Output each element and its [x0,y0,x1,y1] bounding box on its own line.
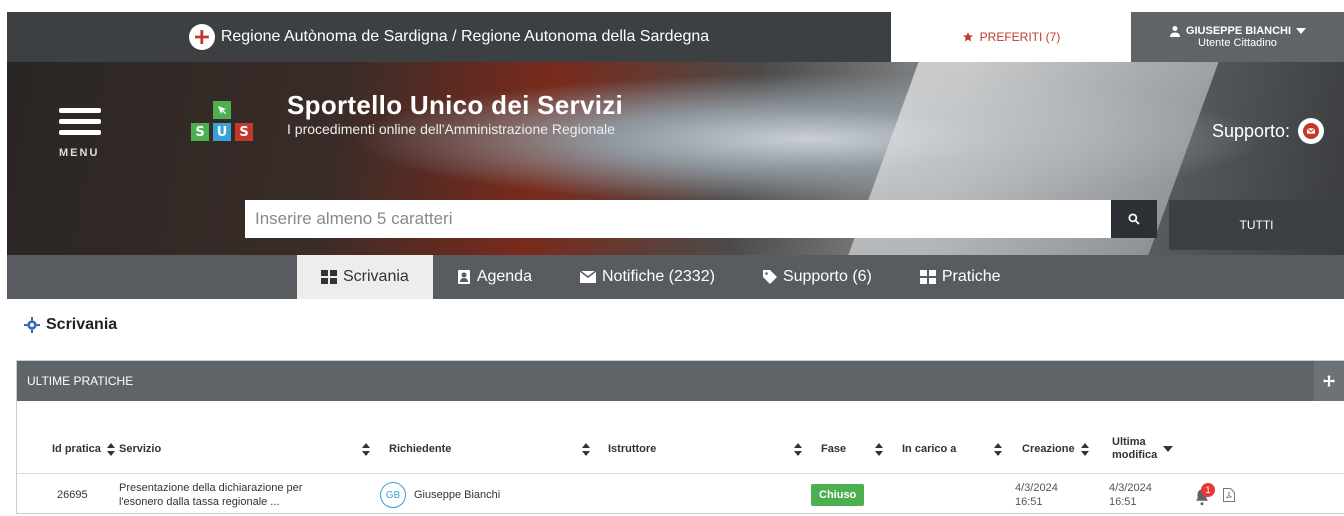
user-menu[interactable]: GIUSEPPE BIANCHI Utente Cittadino [1131,12,1344,62]
notification-count: 1 [1201,483,1215,497]
page-title: Scrivania [24,316,117,334]
top-bar: Regione Autònoma de Sardigna / Regione A… [7,12,1344,62]
tab-notifiche[interactable]: Notifiche (2332) [556,255,739,299]
favorites-label: PREFERITI (7) [979,30,1061,44]
col-sort-servizio[interactable] [362,427,371,471]
cell-ultima-modifica: 4/3/2024 16:51 [1109,482,1152,508]
main-tabs: Scrivania Agenda Notifiche (2332) Suppor… [7,255,1344,299]
cell-fase: Chiuso [811,474,865,516]
chevron-down-icon [1296,28,1307,34]
col-fase[interactable]: Fase [821,427,846,471]
sus-logo: S U S [189,99,257,145]
user-icon [1169,26,1180,37]
envelope-icon [579,271,596,283]
tag-icon [762,270,777,284]
gear-icon [24,317,40,333]
cell-id: 26695 [57,489,88,501]
menu-label: MENU [59,147,100,159]
grid-icon [919,270,936,284]
avatar: GB [380,482,406,508]
cursor-icon [213,101,231,119]
tab-pratiche[interactable]: Pratiche [896,255,1025,299]
tab-supporto[interactable]: Supporto (6) [739,255,896,299]
cell-creazione: 4/3/2024 16:51 [1015,482,1058,508]
sort-desc-icon [1163,446,1174,452]
table-row[interactable]: 26695 Presentazione della dichiarazione … [17,473,1344,515]
sort-icon [362,442,371,456]
col-sort-istruttore[interactable] [794,427,803,471]
recent-pratiche-panel: ULTIME PRATICHE Id pratica Servizio Rich… [16,360,1344,514]
table-header: Id pratica Servizio Richiedente Istrutto… [17,427,1344,471]
col-sort-in-carico[interactable] [994,427,1003,471]
envelope-icon [1298,118,1324,144]
search-placeholder: Inserire almeno 5 caratteri [255,209,453,228]
tab-scrivania[interactable]: Scrivania [297,255,433,299]
sort-icon [875,442,884,456]
search-icon [1128,213,1140,225]
user-name: GIUSEPPE BIANCHI [1185,25,1292,37]
site-subtitle: I procedimenti online dell'Amministrazio… [287,121,615,137]
col-servizio[interactable]: Servizio [119,427,369,471]
panel-title: ULTIME PRATICHE [27,374,134,388]
col-id[interactable]: Id pratica [52,427,127,471]
sort-icon [794,442,803,456]
col-creazione[interactable]: Creazione [1022,427,1090,471]
sort-icon [106,442,116,456]
cell-servizio: Presentazione della dichiarazione per l'… [119,482,303,508]
menu-button[interactable]: MENU [59,108,101,159]
site-title: Sportello Unico dei Servizi [287,90,624,120]
col-sort-richiedente[interactable] [582,427,591,471]
pdf-icon[interactable] [1223,488,1235,502]
tab-agenda[interactable]: Agenda [433,255,556,299]
region-banner: Regione Autònoma de Sardigna / Regione A… [7,12,891,62]
sort-icon [994,442,1003,456]
cell-richiedente: GB Giuseppe Bianchi [380,474,500,516]
sardinia-crest-icon [188,24,215,50]
search-scope-label: TUTTI [1239,218,1274,232]
col-in-carico[interactable]: In carico a [902,427,956,471]
col-ultima-modifica[interactable]: Ultima modifica [1112,427,1174,471]
panel-header: ULTIME PRATICHE [17,361,1344,401]
sort-icon [582,442,591,456]
search-scope-select[interactable]: TUTTI [1169,200,1344,250]
sort-icon [1080,442,1090,456]
col-sort-fase[interactable] [875,427,884,471]
star-icon [962,32,973,42]
col-istruttore[interactable]: Istruttore [608,427,656,471]
user-role: Utente Cittadino [1198,37,1277,49]
region-name: Regione Autònoma de Sardigna / Regione A… [220,28,710,45]
dashboard-icon [321,270,337,284]
favorites-button[interactable]: PREFERITI (7) [891,12,1131,62]
row-actions: 1 [1193,474,1235,516]
search-input[interactable]: Inserire almeno 5 caratteri [245,200,1111,238]
bell-icon[interactable]: 1 [1193,483,1215,506]
col-richiedente[interactable]: Richiedente [389,427,451,471]
support-label: Supporto: [1211,120,1290,141]
support-link[interactable]: Supporto: [1212,118,1324,144]
search-button[interactable] [1111,200,1157,238]
status-badge: Chiuso [811,484,865,506]
address-book-icon [457,270,470,284]
move-icon[interactable] [1314,361,1344,401]
